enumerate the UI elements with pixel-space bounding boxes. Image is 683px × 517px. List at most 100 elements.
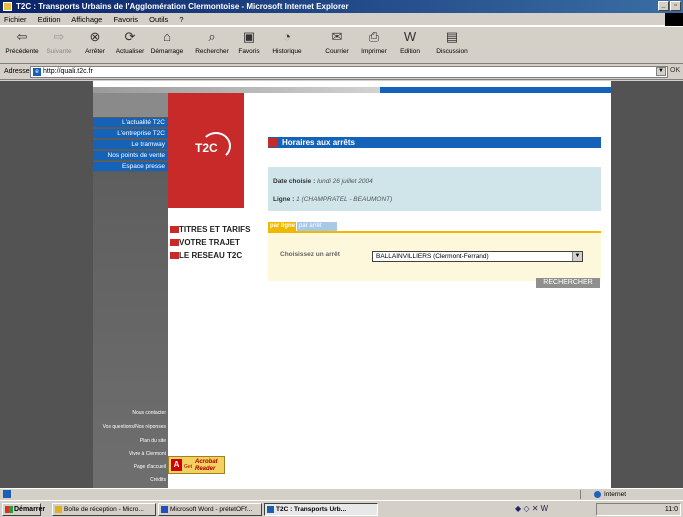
address-input[interactable]: e http://quali.t2c.fr — [30, 66, 668, 78]
forward-arrow-icon: ⇨ — [53, 29, 65, 44]
discuss-button[interactable]: ▤ Discussion — [432, 29, 472, 55]
menu-outils[interactable]: Outils — [149, 15, 168, 24]
nav-titres-tarifs-label: TITRES ET TARIFS — [179, 225, 251, 234]
date-value: lundi 26 juillet 2004 — [317, 178, 373, 185]
address-label: Adresse — [4, 68, 30, 75]
ie-icon — [3, 2, 12, 11]
window-title: T2C : Transports Urbains de l'Agglomérat… — [16, 2, 349, 11]
back-button[interactable]: ⇦ Précédente — [4, 29, 40, 55]
tab-par-ligne[interactable]: par ligne — [268, 222, 296, 231]
menu-bar: Fichier Edition Affichage Favoris Outils… — [0, 13, 683, 26]
edit-button[interactable]: W Edition — [396, 29, 424, 55]
favorites-label: Favoris — [238, 48, 260, 55]
sidebar-item-points-de-vente[interactable]: Nos points de vente — [93, 151, 168, 161]
menu-edition[interactable]: Edition — [38, 15, 61, 24]
favorites-button[interactable]: ▣ Favoris — [234, 29, 264, 55]
stop-select[interactable]: BALLAINVILLIERS (Clermont-Ferrand) ▼ — [372, 251, 583, 262]
footer-link-faq[interactable]: Vos questions/Nos réponses — [93, 424, 166, 430]
sidebar-item-entreprise[interactable]: L'entreprise T2C — [93, 129, 168, 139]
address-bar: Adresse e http://quali.t2c.fr ▼ OK — [0, 65, 683, 80]
security-zone: Internet — [594, 489, 626, 500]
go-button[interactable]: OK — [670, 67, 680, 74]
sidebar-top — [93, 93, 168, 117]
footer-link-contact[interactable]: Nous contacter — [93, 410, 166, 416]
quick-launch-icons[interactable]: ◆ ◇ ✕ W — [515, 504, 548, 513]
print-label: Imprimer — [361, 48, 387, 55]
status-divider — [580, 490, 581, 499]
tab-par-arret[interactable]: par arrêt — [297, 222, 337, 231]
status-bar: Internet — [0, 488, 683, 500]
history-icon: ◔ — [283, 29, 291, 44]
adobe-get-label: Get — [184, 464, 193, 470]
page-icon — [3, 490, 11, 498]
search-button[interactable]: ⌕ Rechercher — [192, 29, 232, 55]
sidebar-item-espace-presse[interactable]: Espace presse — [93, 162, 168, 172]
footer-link-credits[interactable]: Crédits — [93, 477, 166, 483]
red-flag-icon — [170, 226, 179, 233]
mail-button[interactable]: ✉ Courrier — [320, 29, 354, 55]
refresh-button[interactable]: ⟳ Actualiser — [113, 29, 147, 55]
address-dropdown-button[interactable]: ▼ — [656, 67, 666, 76]
forward-button[interactable]: ⇨ Suivante — [42, 29, 76, 55]
start-label: Démarrer — [14, 506, 46, 513]
mail-icon: ✉ — [331, 29, 343, 44]
word-icon — [161, 506, 168, 513]
stop-icon: ⊗ — [89, 29, 101, 44]
acrobat-reader-badge[interactable]: A Get Acrobat Reader — [168, 456, 225, 474]
page-icon: e — [33, 68, 41, 76]
nav-votre-trajet-label: VOTRE TRAJET — [179, 238, 240, 247]
start-button[interactable]: Démarrer — [2, 503, 45, 516]
date-label: Date choisie : — [273, 178, 316, 185]
sidebar-item-tramway[interactable]: Le tramway — [93, 140, 168, 150]
t2c-logo[interactable]: T2C — [193, 132, 233, 162]
nav-reseau[interactable]: LE RESEAU T2C — [170, 251, 242, 261]
nav-votre-trajet[interactable]: VOTRE TRAJET — [170, 238, 240, 248]
task-word[interactable]: Microsoft Word - prétetOFf... — [158, 503, 262, 516]
edit-icon: W — [403, 29, 417, 44]
edit-label: Edition — [400, 48, 420, 55]
logo-text: T2C — [195, 141, 218, 155]
windows-logo-icon — [665, 13, 683, 26]
sidebar-item-actualite[interactable]: L'actualité T2C — [93, 118, 168, 128]
toolbar: ⇦ Précédente ⇨ Suivante ⊗ Arrêter ⟳ Actualis… — [0, 26, 683, 64]
nav-reseau-label: LE RESEAU T2C — [179, 251, 243, 260]
discuss-label: Discussion — [436, 48, 468, 55]
stop-button[interactable]: ⊗ Arrêter — [80, 29, 110, 55]
home-button[interactable]: ⌂ Démarrage — [149, 29, 185, 55]
home-icon: ⌂ — [163, 29, 171, 44]
menu-help[interactable]: ? — [179, 15, 183, 24]
footer-link-plan[interactable]: Plan du site — [93, 438, 166, 444]
red-flag-icon — [268, 138, 277, 147]
task-word-label: Microsoft Word - prétetOFf... — [170, 506, 253, 513]
search-label: Rechercher — [195, 48, 229, 55]
back-label: Précédente — [5, 48, 39, 55]
adobe-logo-icon: A — [171, 459, 182, 471]
search-submit-button[interactable]: RECHERCHER — [536, 278, 600, 288]
discuss-icon: ▤ — [445, 29, 459, 44]
minimize-button[interactable]: _ — [658, 1, 669, 11]
ligne-label: Ligne : — [273, 196, 295, 203]
zone-label: Internet — [604, 491, 627, 498]
nav-titres-tarifs[interactable]: TITRES ET TARIFS — [170, 225, 250, 235]
print-button[interactable]: ⎙ Imprimer — [358, 29, 390, 55]
home-label: Démarrage — [150, 48, 184, 55]
ligne-value: 1 (CHAMPRATEL - BEAUMONT) — [296, 196, 393, 203]
maximize-button[interactable]: ▫ — [670, 1, 681, 11]
menu-favoris[interactable]: Favoris — [113, 15, 138, 24]
info-box — [268, 167, 601, 211]
task-ie[interactable]: T2C : Transports Urb... — [264, 503, 378, 516]
footer-link-clermont[interactable]: Vivre à Clermont — [93, 451, 166, 457]
choose-stop-label: Choisissez un arrêt — [280, 251, 340, 258]
section-title: Horaires aux arrêts — [268, 137, 601, 148]
mail-label: Courrier — [325, 48, 349, 55]
date-line: Date choisie : lundi 26 juillet 2004 — [273, 178, 373, 185]
outlook-icon — [55, 506, 62, 513]
refresh-icon: ⟳ — [124, 29, 136, 44]
chevron-down-icon: ▼ — [572, 252, 582, 261]
menu-affichage[interactable]: Affichage — [71, 15, 102, 24]
address-url: http://quali.t2c.fr — [43, 68, 93, 75]
footer-link-accueil[interactable]: Page d'accueil — [93, 464, 166, 470]
history-button[interactable]: ◔ Historique — [268, 29, 306, 55]
task-outlook[interactable]: Boîte de réception - Micro... — [52, 503, 156, 516]
menu-fichier[interactable]: Fichier — [4, 15, 27, 24]
